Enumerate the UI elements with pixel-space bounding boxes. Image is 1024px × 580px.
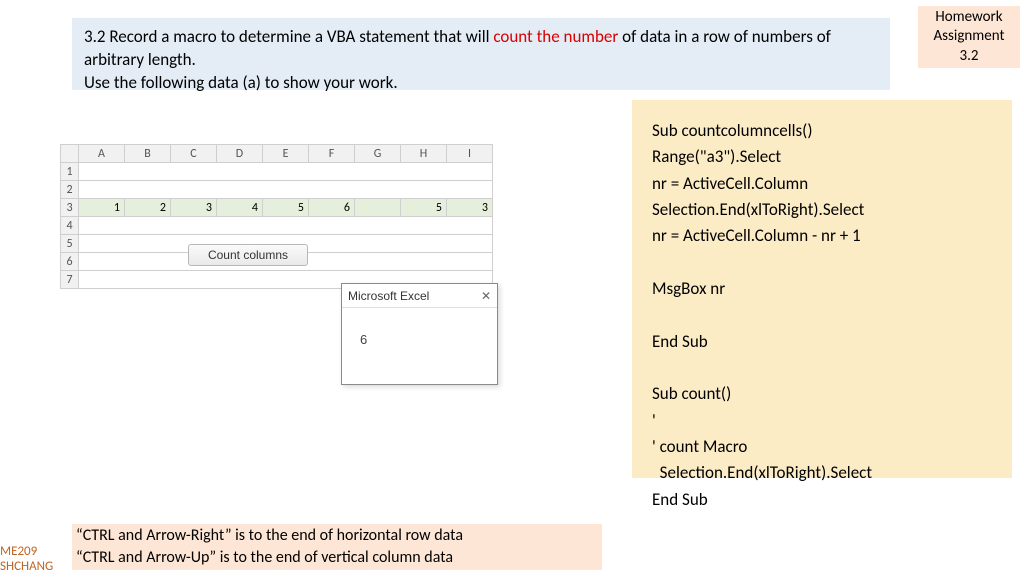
- code-line: Selection.End(xlToRight).Select: [652, 199, 864, 220]
- col-header: G: [355, 145, 401, 163]
- hw-line1: Homework: [918, 8, 1020, 28]
- data-cell[interactable]: 2: [125, 199, 171, 217]
- msgbox-title: Microsoft Excel: [348, 289, 429, 303]
- row-header: 7: [61, 271, 79, 289]
- col-header: C: [171, 145, 217, 163]
- col-header: A: [79, 145, 125, 163]
- note-line1: “CTRL and Arrow-Right” is to the end of …: [76, 526, 463, 545]
- col-header: H: [401, 145, 447, 163]
- data-cell[interactable]: 1: [79, 199, 125, 217]
- code-line: nr = ActiveCell.Column - nr + 1: [652, 225, 861, 246]
- empty-cell: [79, 181, 493, 199]
- hw-line3: 3.2: [918, 47, 1020, 67]
- instruction-text-line2: Use the following data (a) to show your …: [84, 72, 398, 93]
- data-cell[interactable]: 4: [217, 199, 263, 217]
- column-header-row: A B C D E F G H I: [61, 145, 493, 163]
- footer-line2: SHCHANG: [0, 559, 53, 574]
- instruction-text-highlight: count the number: [493, 26, 618, 47]
- close-icon[interactable]: ✕: [481, 289, 491, 303]
- footer-line1: ME209: [0, 544, 37, 559]
- row-header: 1: [61, 163, 79, 181]
- spreadsheet-table: A B C D E F G H I 1 2 3 1 2 3 4 5 6 5 3 …: [60, 144, 493, 289]
- msgbox-value: 6: [360, 332, 367, 347]
- code-line: End Sub: [652, 489, 708, 510]
- msgbox-dialog: Microsoft Excel ✕ 6: [341, 283, 498, 385]
- data-cell[interactable]: 5: [401, 199, 447, 217]
- excel-grid: A B C D E F G H I 1 2 3 1 2 3 4 5 6 5 3 …: [60, 144, 558, 289]
- footer-label: ME209 SHCHANG: [0, 544, 53, 575]
- row-header: 6: [61, 253, 79, 271]
- code-line: Range("a3").Select: [652, 146, 781, 167]
- msgbox-body: 6: [342, 308, 497, 347]
- count-columns-button[interactable]: Count columns: [188, 244, 308, 266]
- msgbox-titlebar: Microsoft Excel ✕: [342, 284, 497, 308]
- data-cell[interactable]: 6: [309, 199, 355, 217]
- data-cell[interactable]: 3: [171, 199, 217, 217]
- col-header: E: [263, 145, 309, 163]
- col-header: F: [309, 145, 355, 163]
- note-line2: “CTRL and Arrow-Up” is to the end of ver…: [76, 548, 453, 567]
- vba-code-panel: Sub countcolumncells() Range("a3").Selec…: [632, 100, 1012, 478]
- col-header: B: [125, 145, 171, 163]
- code-line: nr = ActiveCell.Column: [652, 173, 808, 194]
- data-row: 3 1 2 3 4 5 6 5 3: [61, 199, 493, 217]
- row-header: 5: [61, 235, 79, 253]
- hw-line2: Assignment: [918, 27, 1020, 47]
- corner-cell: [61, 145, 79, 163]
- code-line: ': [652, 410, 656, 431]
- row-header: 4: [61, 217, 79, 235]
- empty-cell: [79, 163, 493, 181]
- code-line: MsgBox nr: [652, 278, 725, 299]
- empty-cell: [79, 217, 493, 235]
- code-line: ' count Macro: [652, 436, 747, 457]
- code-line: Sub countcolumncells(): [652, 120, 813, 141]
- instruction-banner: 3.2 Record a macro to determine a VBA st…: [72, 18, 890, 90]
- code-line: Selection.End(xlToRight).Select: [652, 462, 872, 483]
- col-header: D: [217, 145, 263, 163]
- col-header: I: [447, 145, 493, 163]
- code-line: End Sub: [652, 331, 708, 352]
- data-cell[interactable]: [355, 199, 401, 217]
- instruction-text-prefix: 3.2 Record a macro to determine a VBA st…: [84, 26, 493, 47]
- row-header: 2: [61, 181, 79, 199]
- row-header: 3: [61, 199, 79, 217]
- data-cell[interactable]: 5: [263, 199, 309, 217]
- data-cell[interactable]: 3: [447, 199, 493, 217]
- code-line: Sub count(): [652, 383, 731, 404]
- keyboard-note: “CTRL and Arrow-Right” is to the end of …: [72, 524, 602, 570]
- homework-badge: Homework Assignment 3.2: [918, 6, 1020, 68]
